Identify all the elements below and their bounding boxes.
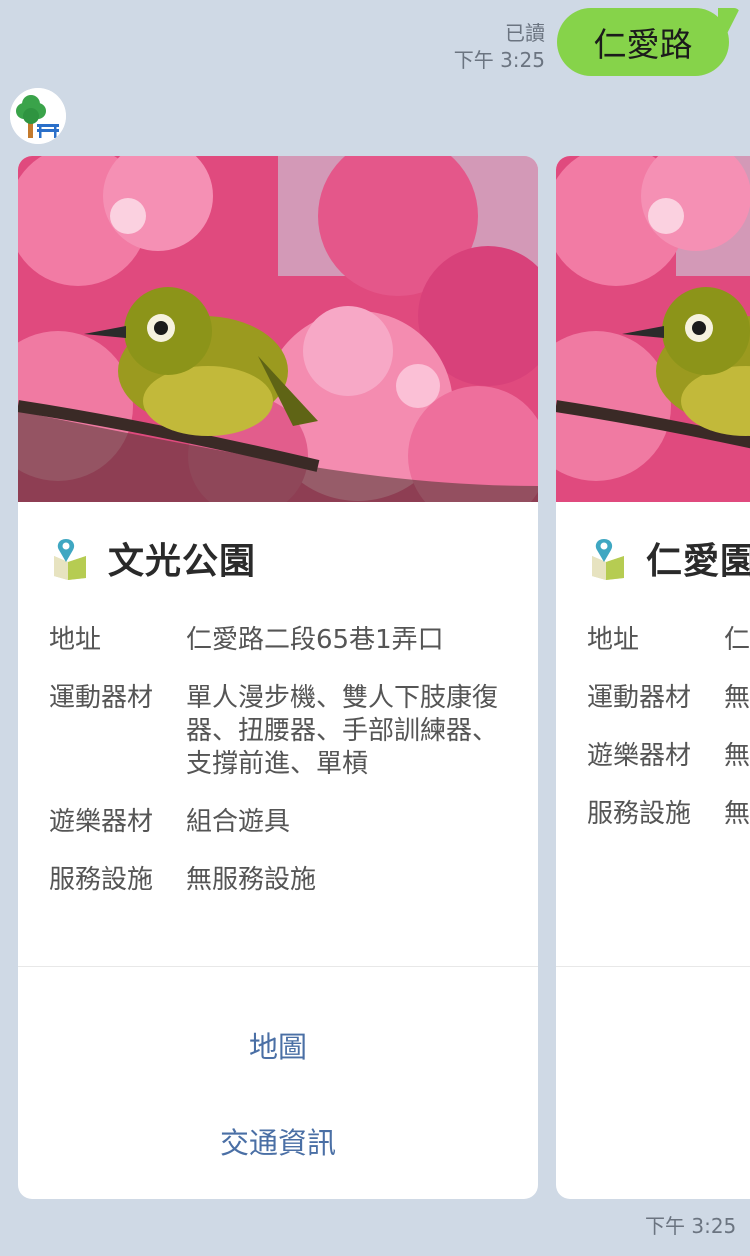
outgoing-message-text: 仁愛路: [593, 25, 693, 64]
info-value: 無: [724, 741, 750, 771]
map-button[interactable]: 地圖: [18, 1024, 538, 1066]
incoming-message-time: 下午 3:25: [645, 1214, 737, 1238]
map-pin-icon: [54, 539, 86, 580]
info-value: 仁之: [724, 625, 750, 655]
map-pin-icon: [592, 539, 624, 580]
avatar[interactable]: [10, 88, 66, 144]
card-title: 文光公園: [108, 541, 257, 582]
info-value: 組合遊具: [186, 807, 291, 837]
info-row-play-equipment: 遊樂器材 無: [587, 740, 750, 773]
info-list: 地址 仁愛路二段65巷1弄口 運動器材 單人漫步機、雙人下肢康復器、扭腰器、手部…: [49, 624, 509, 922]
info-value: 無: [724, 683, 750, 713]
info-label: 地址: [49, 625, 102, 655]
info-value: 仁愛路二段65巷1弄口: [186, 625, 444, 655]
tree-bench-icon: [10, 88, 66, 144]
info-label: 運動器材: [587, 683, 692, 713]
park-photo: [556, 156, 750, 502]
card-divider: [18, 966, 538, 967]
info-row-sports-equipment: 運動器材 無: [587, 682, 750, 715]
outgoing-message-bubble[interactable]: 仁愛路: [557, 8, 729, 76]
info-list: 地址 仁之 運動器材 無 遊樂器材 無 服務設施 無: [587, 624, 750, 856]
info-label: 服務設施: [587, 799, 692, 829]
info-row-facilities: 服務設施 無: [587, 798, 750, 831]
info-row-play-equipment: 遊樂器材 組合遊具: [49, 806, 509, 839]
card-title-row: 仁愛園: [588, 532, 750, 584]
transit-info-button[interactable]: 交通資訊: [18, 1120, 538, 1162]
info-value: 無服務設施: [186, 865, 317, 895]
park-photo: [18, 156, 538, 502]
info-value: 無: [724, 799, 750, 829]
message-time: 下午 3:25: [453, 48, 545, 72]
park-card: 仁愛園 地址 仁之 運動器材 無 遊樂器材 無 服務設施 無: [556, 156, 750, 1199]
chat-screen: 已讀 下午 3:25 仁愛路 文光公園 地址 仁愛路二段65巷1弄口 運動器材 …: [0, 0, 750, 1256]
info-value: 單人漫步機、雙人下肢康復器、扭腰器、手部訓練器、支撐前進、單槓: [186, 683, 499, 779]
park-card: 文光公園 地址 仁愛路二段65巷1弄口 運動器材 單人漫步機、雙人下肢康復器、扭…: [18, 156, 538, 1199]
info-label: 遊樂器材: [587, 741, 692, 771]
info-row-facilities: 服務設施 無服務設施: [49, 864, 509, 897]
read-status: 已讀: [505, 21, 545, 45]
info-row-sports-equipment: 運動器材 單人漫步機、雙人下肢康復器、扭腰器、手部訓練器、支撐前進、單槓: [49, 682, 509, 781]
message-meta: 已讀 下午 3:25: [454, 20, 545, 74]
card-title-row: 文光公園: [50, 532, 256, 584]
info-label: 運動器材: [49, 683, 154, 713]
card-title: 仁愛園: [646, 541, 750, 582]
info-row-address: 地址 仁愛路二段65巷1弄口: [49, 624, 509, 657]
info-row-address: 地址 仁之: [587, 624, 750, 657]
info-label: 服務設施: [49, 865, 154, 895]
info-label: 遊樂器材: [49, 807, 154, 837]
card-divider: [556, 966, 750, 967]
info-label: 地址: [587, 625, 640, 655]
